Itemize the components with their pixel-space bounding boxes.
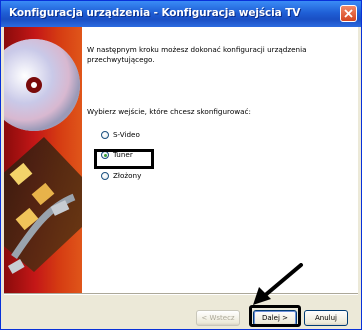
pointer-arrow-icon — [253, 263, 303, 305]
question-text: Wybierz wejście, które chcesz skonfiguro… — [87, 107, 251, 116]
radio-option-svideo[interactable]: S-Video — [101, 129, 140, 141]
radio-label: Złożony — [113, 171, 142, 180]
back-button[interactable]: < Wstecz — [196, 310, 240, 326]
radio-button[interactable] — [101, 172, 109, 180]
wizard-banner-image — [4, 27, 82, 293]
title-bar[interactable]: Konfiguracja urządzenia - Konfiguracja w… — [1, 1, 361, 27]
cancel-button[interactable]: Anuluj — [304, 310, 348, 326]
dialog-window: Konfiguracja urządzenia - Konfiguracja w… — [0, 0, 362, 330]
radio-button[interactable] — [101, 131, 109, 139]
close-button[interactable] — [340, 5, 357, 22]
radio-option-zlozony[interactable]: Złożony — [101, 170, 141, 182]
close-icon — [344, 9, 353, 18]
intro-text: W następnym kroku możesz dokonać konfigu… — [87, 45, 307, 64]
highlight-annotation-box — [94, 149, 154, 169]
radio-label: S-Video — [113, 130, 140, 139]
window-title: Konfiguracja urządzenia - Konfiguracja w… — [9, 7, 301, 19]
